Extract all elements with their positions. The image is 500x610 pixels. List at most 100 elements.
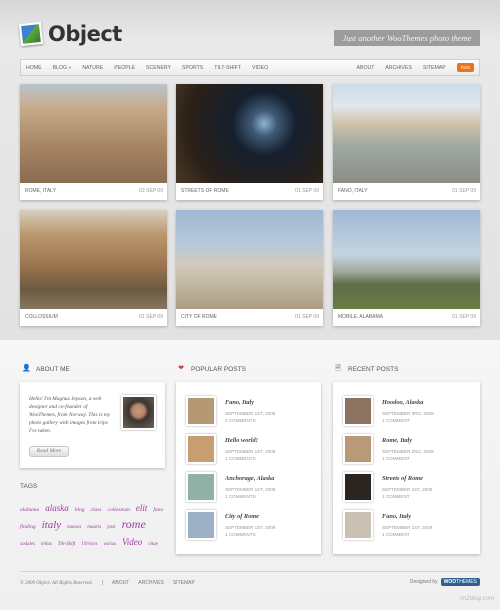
post-title[interactable]: Streets of Rome: [382, 475, 423, 482]
gallery-card-rome-italy[interactable]: ROME, ITALY 02 SEP 09: [20, 84, 167, 200]
tag-link[interactable]: tellus: [41, 542, 52, 547]
footer-link-about[interactable]: ABOUT: [112, 580, 129, 586]
recent-post[interactable]: Rome, Italy SEPTEMBER 2ND, 2009 1 COMMEN…: [343, 434, 473, 466]
gallery-photo[interactable]: [333, 84, 480, 183]
post-comments[interactable]: 2 COMMENTS: [225, 418, 256, 423]
post-thumbnail[interactable]: [186, 396, 216, 426]
post-title[interactable]: Fano, Italy: [225, 399, 254, 406]
gallery-card-city-of-rome[interactable]: CITY OF ROME 01 SEP 09: [176, 210, 323, 326]
nav-item-nature[interactable]: NATURE: [82, 65, 103, 71]
post-title[interactable]: Hoodoo, Alaska: [382, 399, 423, 406]
post-title[interactable]: Fano, Italy: [382, 513, 411, 520]
post-thumbnail[interactable]: [186, 472, 216, 502]
popular-post[interactable]: City of Rome SEPTEMBER 1ST, 2009 1 COMME…: [186, 510, 316, 542]
post-thumbnail[interactable]: [343, 434, 373, 464]
gallery-caption[interactable]: MOBILE, ALABAMA: [338, 314, 383, 320]
tag-link[interactable]: blog: [75, 507, 85, 513]
tag-link[interactable]: Ultrices: [81, 542, 97, 547]
tag-link[interactable]: Video: [122, 537, 142, 547]
gallery-photo[interactable]: [20, 210, 167, 309]
nav-item-tilt-shift[interactable]: TILT-SHIFT: [214, 65, 241, 71]
gallery-photo[interactable]: [20, 84, 167, 183]
woothemes-logo[interactable]: WOOTHEMES: [440, 578, 480, 586]
popular-post[interactable]: Anchorage, Alaska SEPTEMBER 1ST, 2009 1 …: [186, 472, 316, 504]
rss-button[interactable]: RSS: [456, 63, 474, 72]
nav-item-sports[interactable]: SPORTS: [182, 65, 203, 71]
designed-by-label: Designed by: [409, 579, 438, 585]
post-comments[interactable]: 1 COMMENT: [382, 418, 410, 423]
post-title[interactable]: Hello world!: [225, 437, 258, 444]
gallery-caption[interactable]: FANO, ITALY: [338, 188, 368, 194]
tag-link[interactable]: sodales: [20, 542, 35, 547]
nav-item-archives[interactable]: ARCHIVES: [385, 65, 412, 71]
tag-link[interactable]: vitae: [148, 542, 158, 547]
gallery-caption[interactable]: CITY OF ROME: [181, 314, 217, 320]
post-thumbnail[interactable]: [343, 472, 373, 502]
post-thumbnail[interactable]: [186, 434, 216, 464]
post-comments[interactable]: 1 COMMENTS: [225, 532, 256, 537]
post-title[interactable]: Rome, Italy: [382, 437, 412, 444]
recent-post[interactable]: Streets of Rome SEPTEMBER 1ST, 2009 1 CO…: [343, 472, 473, 504]
post-thumbnail[interactable]: [343, 510, 373, 540]
nav-item-sitemap[interactable]: SITEMAP: [423, 65, 446, 71]
tag-link[interactable]: Tilt-Shift: [58, 542, 76, 547]
tag-link[interactable]: finding: [20, 524, 36, 530]
nav-item-video[interactable]: VIDEO: [252, 65, 268, 71]
gallery-card-streets-of-rome[interactable]: STREETS OF ROME 01 SEP 09: [176, 84, 323, 200]
footer-link-sitemap[interactable]: SITEMAP: [173, 580, 195, 586]
post-thumbnail[interactable]: [186, 510, 216, 540]
gallery-photo[interactable]: [176, 210, 323, 309]
nav-item-people[interactable]: PEOPLE: [114, 65, 135, 71]
post-comments[interactable]: 1 COMMENTS: [225, 494, 256, 499]
woothemes-logo-woo: WOO: [443, 579, 457, 585]
read-more-button[interactable]: Read More: [29, 446, 69, 457]
tag-link[interactable]: post: [107, 525, 115, 530]
tag-link[interactable]: class: [91, 507, 102, 513]
tag-link[interactable]: italy: [42, 519, 62, 531]
person-icon: 👤: [22, 365, 31, 372]
nav-item-blog[interactable]: BLOG »: [53, 65, 72, 71]
nav-item-scenery[interactable]: SCENERY: [146, 65, 171, 71]
tag-link[interactable]: colloseum: [108, 507, 130, 513]
gallery-card-fano-italy[interactable]: FANO, ITALY 01 SEP 09: [333, 84, 480, 200]
nav-item-about[interactable]: ABOUT: [357, 65, 375, 71]
popular-post[interactable]: Hello world! SEPTEMBER 1ST, 2009 1 COMME…: [186, 434, 316, 466]
footer-separator: |: [101, 580, 104, 586]
avatar: [121, 395, 156, 430]
post-comments[interactable]: 1 COMMENT: [382, 494, 410, 499]
gallery-photo[interactable]: [333, 210, 480, 309]
site-title: Object: [48, 22, 122, 46]
tag-link[interactable]: mauris: [87, 525, 101, 530]
popular-post[interactable]: Fano, Italy SEPTEMBER 1ST, 2009 2 COMMEN…: [186, 396, 316, 428]
woothemes-logo-themes: THEMES: [456, 579, 477, 585]
site-tagline: Just another WooThemes photo theme: [334, 30, 480, 46]
recent-post[interactable]: Hoodoo, Alaska SEPTEMBER 3RD, 2009 1 COM…: [343, 396, 473, 428]
gallery-date: 01 SEP 09: [139, 314, 163, 320]
post-title[interactable]: Anchorage, Alaska: [225, 475, 274, 482]
tag-link[interactable]: rome: [122, 517, 146, 531]
post-thumbnail[interactable]: [343, 396, 373, 426]
watermark: vn2blog.com: [459, 596, 494, 602]
post-comments[interactable]: 1 COMMENT: [382, 532, 410, 537]
footer-link-archives[interactable]: ARCHIVES: [138, 580, 164, 586]
recent-heading: 🗎 RECENT POSTS: [334, 365, 398, 373]
site-logo[interactable]: Object: [18, 21, 122, 47]
tag-link[interactable]: varius: [103, 542, 116, 547]
tag-link[interactable]: elit: [136, 503, 148, 513]
gallery-card-mobile-alabama[interactable]: MOBILE, ALABAMA 01 SEP 09: [333, 210, 480, 326]
gallery-caption[interactable]: ROME, ITALY: [25, 188, 56, 194]
post-date: SEPTEMBER 1ST, 2009: [225, 449, 276, 454]
gallery-caption[interactable]: STREETS OF ROME: [181, 188, 229, 194]
tag-link[interactable]: fano: [153, 507, 163, 513]
post-comments[interactable]: 1 COMMENT: [382, 456, 410, 461]
recent-post[interactable]: Fano, Italy SEPTEMBER 1ST, 2009 1 COMMEN…: [343, 510, 473, 542]
nav-item-home[interactable]: HOME: [26, 65, 42, 71]
tag-link[interactable]: alaska: [45, 503, 69, 513]
tag-link[interactable]: alabama: [20, 507, 39, 513]
gallery-card-collossium[interactable]: COLLOSSIUM 01 SEP 09: [20, 210, 167, 326]
tag-link[interactable]: masses: [67, 525, 81, 530]
post-comments[interactable]: 1 COMMENTS: [225, 456, 256, 461]
gallery-caption[interactable]: COLLOSSIUM: [25, 314, 58, 320]
post-title[interactable]: City of Rome: [225, 513, 259, 520]
gallery-photo[interactable]: [176, 84, 323, 183]
